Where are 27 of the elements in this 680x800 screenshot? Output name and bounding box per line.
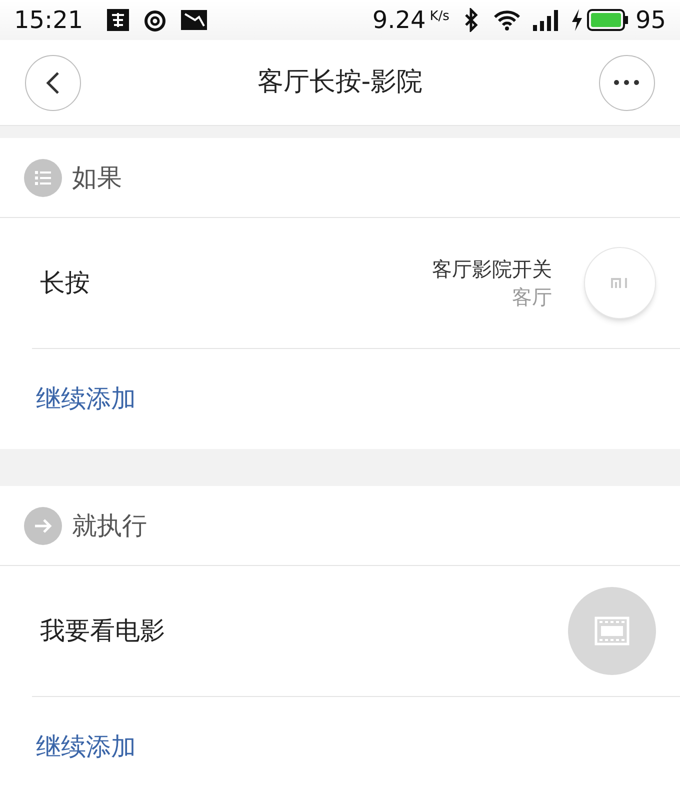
device-name: 客厅影院开关: [432, 256, 552, 283]
section-title: 就执行: [72, 510, 147, 542]
signal-icon: [533, 9, 560, 31]
section-title: 如果: [72, 162, 122, 194]
film-icon: [568, 587, 656, 675]
app-notification-icon: [107, 9, 130, 31]
battery-icon: [587, 9, 630, 31]
arrow-right-icon: [24, 506, 62, 544]
image-notification-icon: [181, 10, 208, 30]
wifi-icon: [493, 9, 522, 31]
device-room: 客厅: [512, 284, 552, 311]
page-title: 客厅长按-影院: [257, 66, 423, 99]
rule-item[interactable]: 我要看电影: [32, 566, 680, 697]
battery-percentage: 95: [635, 5, 666, 36]
charging-icon: [571, 9, 584, 31]
back-button[interactable]: [25, 54, 81, 110]
speed-unit: K/s: [430, 8, 450, 26]
network-speed: 9.24: [372, 5, 426, 36]
list-icon: [24, 158, 62, 196]
back-icon: [46, 70, 60, 94]
item-label: 我要看电影: [40, 615, 166, 648]
item-label: 长按: [40, 267, 91, 300]
status-time: 15:21: [14, 5, 84, 36]
rule-item[interactable]: 长按 客厅影院开关 客厅: [32, 218, 680, 349]
add-more-link[interactable]: 继续添加: [36, 380, 136, 418]
add-more-link[interactable]: 继续添加: [36, 728, 136, 766]
bluetooth-icon: [463, 8, 480, 32]
